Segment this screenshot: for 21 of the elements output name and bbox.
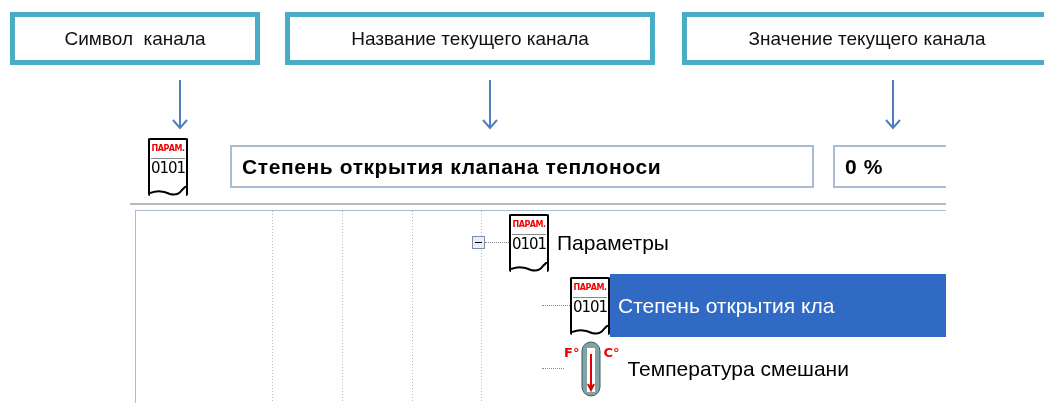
minus-icon	[475, 239, 482, 246]
tree-item[interactable]: Степень открытия кла	[610, 274, 946, 337]
icon-code: 0101	[150, 157, 186, 177]
down-arrow-icon	[482, 80, 498, 130]
callout-label: Значение текущего канала	[682, 12, 1044, 65]
callout-label: Название текущего канала	[285, 12, 655, 65]
icon-caption: ПАРАМ.	[573, 282, 607, 292]
collapse-toggle[interactable]	[472, 236, 485, 249]
unit-label: F°	[564, 344, 580, 360]
down-arrow-icon	[172, 80, 188, 130]
channel-name-field[interactable]: Степень открытия клапана теплоноси	[230, 145, 814, 188]
channel-value-field[interactable]: 0 %	[833, 145, 946, 188]
down-arrow-icon	[885, 80, 901, 130]
icon-caption: ПАРАМ.	[151, 143, 185, 153]
callout-label: Символ канала	[10, 12, 260, 65]
tree-item[interactable]: Параметры	[549, 211, 669, 274]
tree-item[interactable]: Температура смешани	[619, 337, 849, 400]
icon-code: 0101	[511, 233, 547, 253]
unit-label: C°	[603, 344, 620, 360]
icon-caption: ПАРАМ.	[512, 219, 546, 229]
icon-code: 0101	[572, 296, 608, 316]
